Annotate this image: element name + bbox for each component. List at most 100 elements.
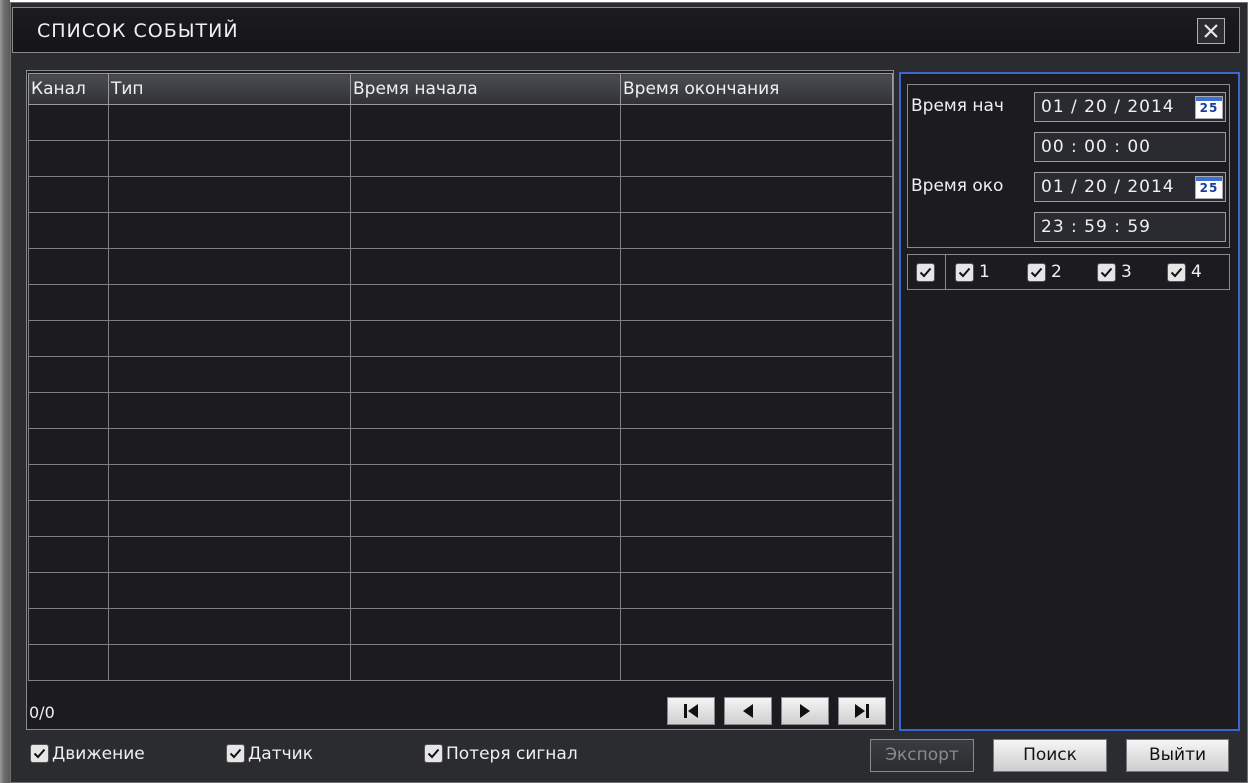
table-cell [620, 176, 893, 213]
next-page-button[interactable] [781, 697, 829, 725]
table-cell [108, 356, 351, 393]
table-row[interactable] [28, 536, 893, 573]
table-cell [350, 212, 621, 249]
table-cell [28, 212, 109, 249]
table-cell [28, 644, 109, 681]
table-cell [108, 608, 351, 645]
table-cell [108, 464, 351, 501]
table-cell [108, 176, 351, 213]
table-row[interactable] [28, 320, 893, 357]
col-header-type[interactable]: Тип [108, 73, 351, 105]
check-icon [1100, 267, 1113, 278]
table-row[interactable] [28, 248, 893, 285]
table-cell [108, 572, 351, 609]
table-row[interactable] [28, 428, 893, 465]
prev-page-button[interactable] [724, 697, 772, 725]
table-cell [350, 608, 621, 645]
table-row[interactable] [28, 464, 893, 501]
table-cell [108, 644, 351, 681]
table-row[interactable] [28, 500, 893, 537]
table-cell [620, 140, 893, 177]
all-channels-checkbox[interactable] [916, 263, 935, 282]
motion-checkbox[interactable] [30, 744, 49, 763]
sensor-label: Датчик [248, 744, 313, 764]
start-date-value: 01 / 20 / 2014 [1041, 97, 1175, 117]
divider [945, 255, 946, 289]
exit-button[interactable]: Выйти [1126, 739, 1229, 772]
table-cell [108, 320, 351, 357]
table-row[interactable] [28, 572, 893, 609]
col-header-end-time[interactable]: Время окончания [620, 73, 893, 105]
check-icon [33, 748, 46, 759]
table-cell [620, 392, 893, 429]
table-row[interactable] [28, 644, 893, 681]
calendar-icon[interactable]: 25 [1195, 176, 1223, 199]
table-cell [108, 140, 351, 177]
table-cell [350, 464, 621, 501]
end-date-value: 01 / 20 / 2014 [1041, 177, 1175, 197]
table-cell [28, 140, 109, 177]
table-cell [620, 536, 893, 573]
table-cell [28, 356, 109, 393]
table-row[interactable] [28, 140, 893, 177]
channel-selector: 1 2 3 4 [907, 254, 1230, 290]
search-button[interactable]: Поиск [993, 739, 1107, 772]
start-date-field[interactable]: 01 / 20 / 2014 25 [1034, 92, 1226, 122]
table-row[interactable] [28, 392, 893, 429]
channel-1-checkbox[interactable] [955, 263, 974, 282]
table-cell [108, 212, 351, 249]
start-time-field[interactable]: 00 : 00 : 00 [1034, 132, 1226, 162]
close-button[interactable] [1197, 18, 1225, 44]
start-time-label: Время нач [911, 96, 1004, 116]
table-cell [350, 248, 621, 285]
sensor-checkbox[interactable] [226, 744, 245, 763]
col-header-start-time[interactable]: Время начала [350, 73, 621, 105]
skip-last-icon [855, 704, 869, 718]
event-table: Канал Тип Время начала Время окончания [28, 73, 893, 681]
table-cell [620, 104, 893, 141]
table-row[interactable] [28, 104, 893, 141]
last-page-button[interactable] [838, 697, 886, 725]
table-cell [350, 572, 621, 609]
check-icon [1170, 267, 1183, 278]
channel-3-label: 3 [1121, 262, 1132, 282]
table-cell [28, 428, 109, 465]
table-cell [350, 536, 621, 573]
col-header-channel[interactable]: Канал [28, 73, 109, 105]
table-row[interactable] [28, 212, 893, 249]
table-cell [108, 284, 351, 321]
table-cell [350, 428, 621, 465]
table-cell [620, 644, 893, 681]
table-cell [350, 104, 621, 141]
table-row[interactable] [28, 608, 893, 645]
end-time-label: Время око [911, 176, 1004, 196]
table-cell [620, 428, 893, 465]
table-cell [620, 320, 893, 357]
table-row[interactable] [28, 356, 893, 393]
calendar-icon[interactable]: 25 [1195, 96, 1223, 119]
table-cell [350, 356, 621, 393]
signal-loss-checkbox[interactable] [424, 744, 443, 763]
table-cell [620, 356, 893, 393]
table-row[interactable] [28, 176, 893, 213]
channel-2-checkbox[interactable] [1027, 263, 1046, 282]
table-cell [108, 104, 351, 141]
table-cell [350, 392, 621, 429]
table-cell [620, 248, 893, 285]
table-cell [28, 464, 109, 501]
first-page-button[interactable] [667, 697, 715, 725]
close-icon [1204, 24, 1218, 38]
table-cell [620, 608, 893, 645]
table-cell [620, 464, 893, 501]
table-cell [350, 500, 621, 537]
check-icon [919, 267, 932, 278]
check-icon [958, 267, 971, 278]
export-button[interactable]: Экспорт [870, 739, 974, 772]
end-date-field[interactable]: 01 / 20 / 2014 25 [1034, 172, 1226, 202]
table-cell [620, 572, 893, 609]
channel-3-checkbox[interactable] [1097, 263, 1116, 282]
end-time-field[interactable]: 23 : 59 : 59 [1034, 212, 1226, 242]
table-row[interactable] [28, 284, 893, 321]
event-table-panel: Канал Тип Время начала Время окончания 0… [26, 70, 894, 730]
channel-4-checkbox[interactable] [1167, 263, 1186, 282]
